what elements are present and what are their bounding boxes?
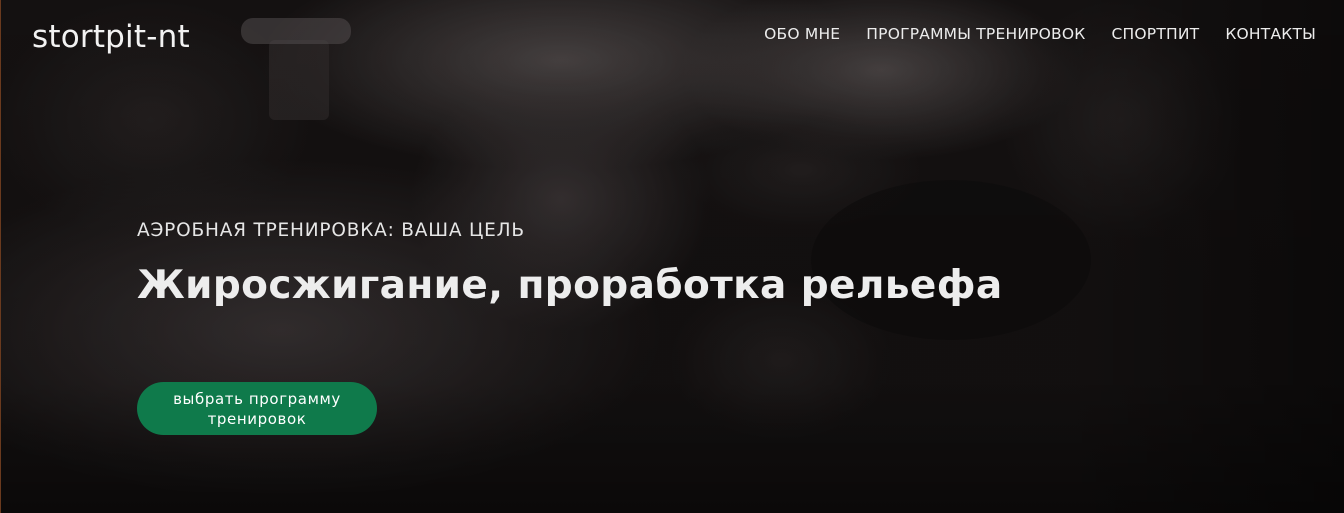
- main-nav: ОБО МНЕ ПРОГРАММЫ ТРЕНИРОВОК СПОРТПИТ КО…: [764, 24, 1316, 44]
- nav-item-contacts[interactable]: КОНТАКТЫ: [1225, 24, 1316, 44]
- site-logo[interactable]: stortpit-nt: [32, 17, 190, 57]
- nav-item-sport-nutrition[interactable]: СПОРТПИТ: [1112, 24, 1200, 44]
- choose-program-button[interactable]: выбрать программу тренировок: [137, 382, 377, 435]
- nav-item-about[interactable]: ОБО МНЕ: [764, 24, 840, 44]
- site-header: stortpit-nt ОБО МНЕ ПРОГРАММЫ ТРЕНИРОВОК…: [1, 0, 1344, 72]
- hero-section: stortpit-nt ОБО МНЕ ПРОГРАММЫ ТРЕНИРОВОК…: [0, 0, 1344, 513]
- hero-subtitle: АЭРОБНАЯ ТРЕНИРОВКА: ВАША ЦЕЛЬ: [137, 220, 525, 241]
- hero-content: АЭРОБНАЯ ТРЕНИРОВКА: ВАША ЦЕЛЬ Жиросжига…: [137, 219, 1137, 312]
- hero-headline: Жиросжигание, проработка рельефа: [137, 263, 1003, 308]
- nav-item-training-programs[interactable]: ПРОГРАММЫ ТРЕНИРОВОК: [866, 24, 1085, 44]
